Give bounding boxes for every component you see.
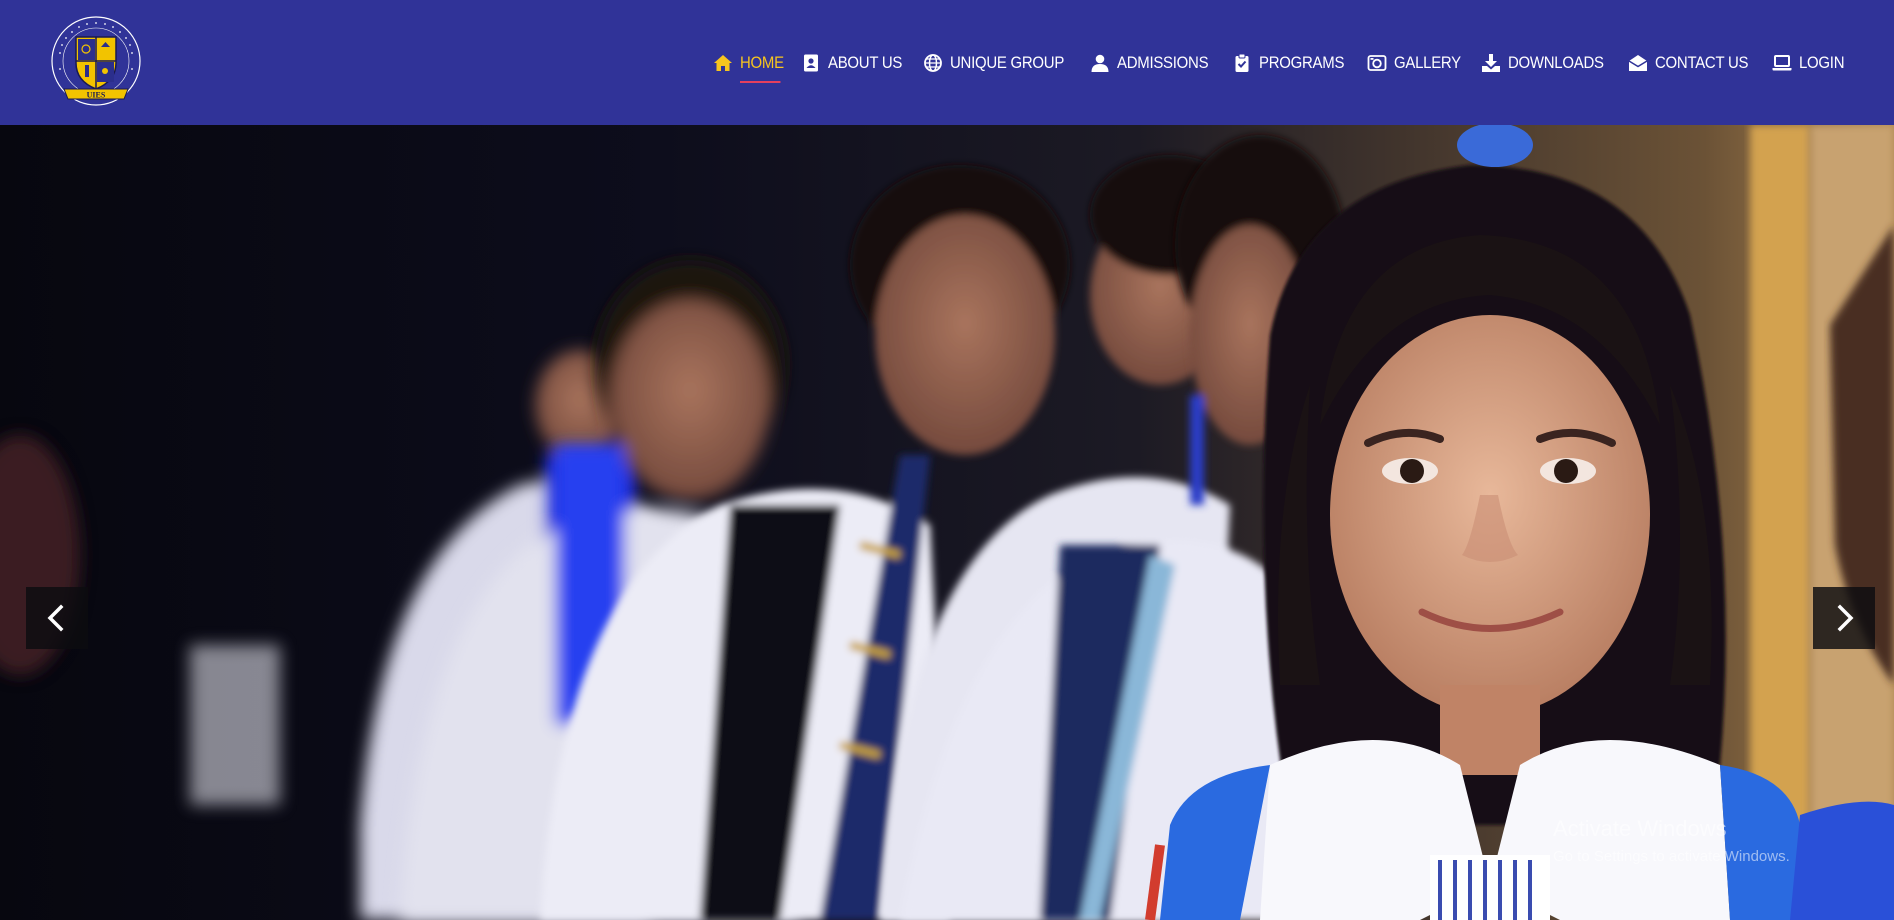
camera-icon	[1367, 53, 1387, 73]
home-icon	[713, 53, 733, 73]
download-icon	[1481, 53, 1501, 73]
nav-label-home: HOME	[739, 52, 784, 83]
hero-photo-schoolchildren	[0, 125, 1894, 920]
nav-label-unique-group: UNIQUE GROUP	[949, 52, 1064, 72]
nav-item-downloads[interactable]: DOWNLOADS	[1481, 53, 1609, 73]
user-icon	[1090, 53, 1110, 73]
nav-label-login: LOGIN	[1798, 52, 1845, 72]
nav-item-gallery[interactable]: GALLERY	[1367, 53, 1462, 73]
clipboard-check-icon	[1232, 53, 1252, 73]
nav-label-gallery: GALLERY	[1393, 52, 1461, 72]
svg-text:UIES: UIES	[87, 91, 106, 100]
nav-label-downloads: DOWNLOADS	[1507, 52, 1604, 72]
main-nav: HOME ABOUT US UNIQUE GROUP ADMISSIONS PR…	[713, 0, 1845, 125]
nav-label-programs: PROGRAMS	[1259, 52, 1345, 72]
nav-item-login[interactable]: LOGIN	[1772, 52, 1845, 73]
laptop-icon	[1772, 53, 1792, 73]
nav-label-admissions: ADMISSIONS	[1117, 52, 1209, 72]
nav-item-admissions[interactable]: ADMISSIONS	[1090, 53, 1213, 73]
logo-crest-icon: UIES	[51, 16, 141, 106]
chevron-left-icon	[47, 604, 64, 632]
nav-label-contact-us: CONTACT US	[1654, 52, 1748, 72]
nav-item-programs[interactable]: PROGRAMS	[1232, 53, 1348, 73]
hero-slider: Activate Windows Go to Settings to activ…	[0, 125, 1894, 920]
globe-icon	[923, 53, 943, 73]
site-logo[interactable]: UIES	[46, 15, 146, 111]
carousel-prev-button[interactable]	[26, 587, 88, 649]
nav-item-about-us[interactable]: ABOUT US	[801, 53, 904, 73]
envelope-open-icon	[1628, 53, 1648, 73]
nav-item-contact-us[interactable]: CONTACT US	[1628, 53, 1753, 73]
carousel-next-button[interactable]	[1813, 587, 1875, 649]
nav-item-home[interactable]: HOME	[713, 52, 784, 83]
contact-card-icon	[801, 53, 821, 73]
nav-label-about-us: ABOUT US	[827, 52, 902, 72]
nav-item-unique-group[interactable]: UNIQUE GROUP	[923, 53, 1072, 73]
chevron-right-icon	[1837, 604, 1854, 632]
site-header: UIES HOME ABOUT US UNIQUE GROUP ADMISSIO…	[0, 0, 1894, 125]
